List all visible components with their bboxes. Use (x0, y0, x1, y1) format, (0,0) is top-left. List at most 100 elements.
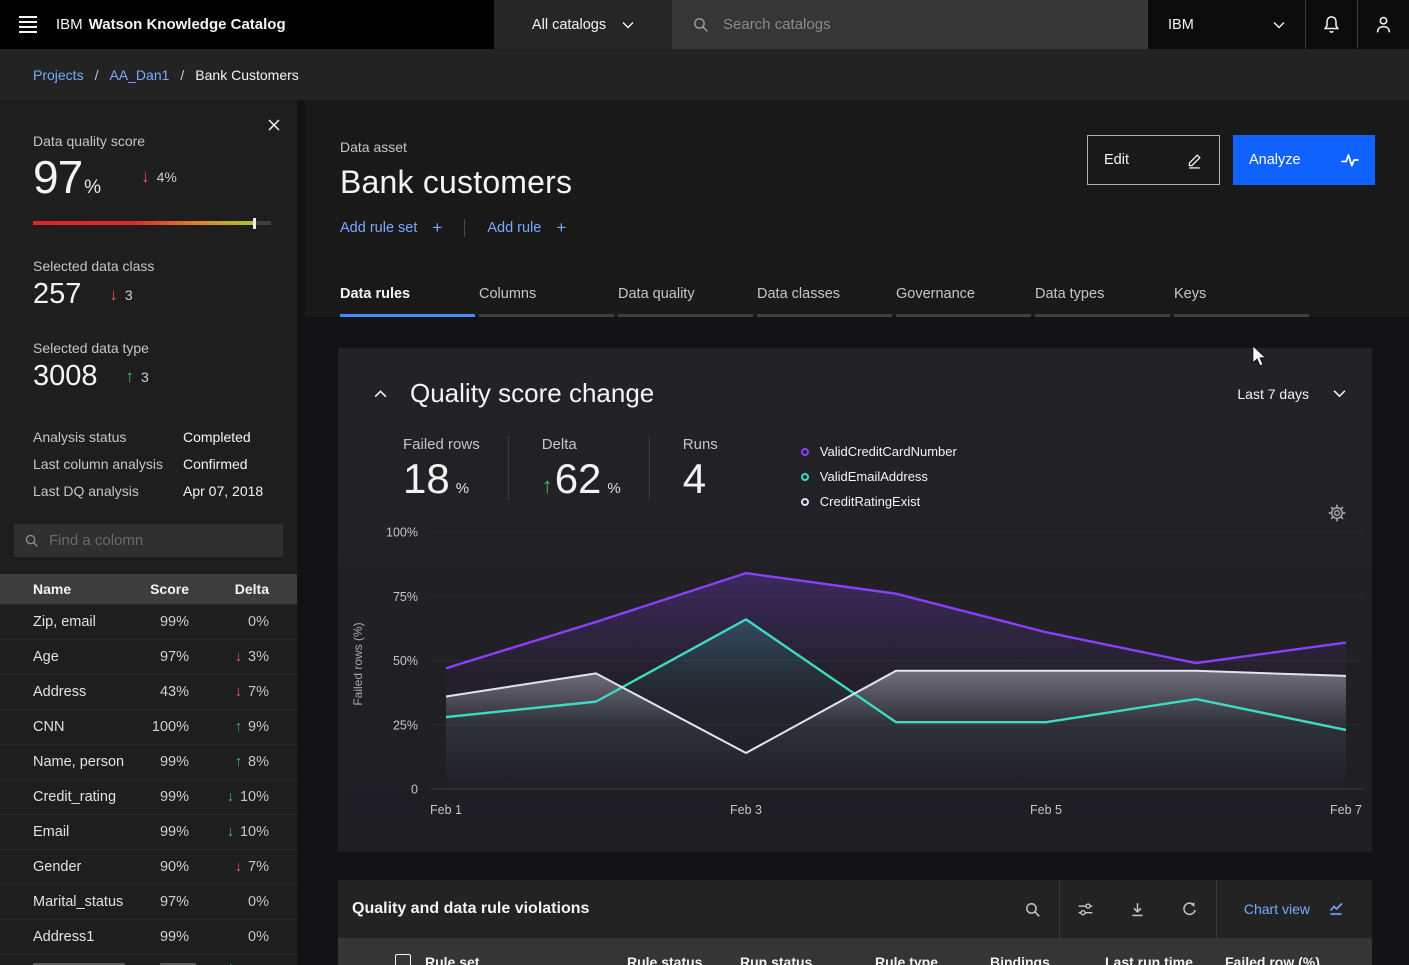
table-search-button[interactable] (1007, 880, 1059, 938)
tab-data-types[interactable]: Data types (1035, 277, 1174, 317)
column-delta: 0% (189, 614, 269, 630)
edit-button[interactable]: Edit (1087, 135, 1220, 185)
column-search (14, 524, 283, 557)
column-name: CNN (33, 719, 125, 735)
rule-violations-card: Quality and data rule violations (338, 880, 1372, 965)
detail-value: Completed (183, 429, 251, 445)
column-row-email[interactable]: Email99%↓10% (0, 814, 297, 849)
x-tick-label: Feb 1 (430, 803, 462, 817)
violations-column-failed-row: Failed row (%) (1225, 954, 1320, 965)
add-rule-set-link[interactable]: Add rule set + (340, 218, 442, 238)
trend-down-arrow-icon: ↓ (227, 824, 234, 840)
tab-keys[interactable]: Keys (1174, 277, 1313, 317)
user-profile-button[interactable] (1357, 0, 1409, 49)
collapse-card-button[interactable] (373, 388, 388, 399)
column-row-age[interactable]: Age97%↓3% (0, 639, 297, 674)
violations-column-run-status: Run status (740, 954, 812, 965)
top-bar-left: IBM Watson Knowledge Catalog (0, 0, 494, 49)
column-name: Gender (33, 859, 125, 875)
column-score: 99% (125, 614, 189, 630)
analysis-details: Analysis statusCompleted Last column anal… (0, 393, 297, 499)
add-rule-link[interactable]: Add rule + (487, 218, 566, 238)
chart-legend: ValidCreditCardNumberValidEmailAddressCr… (801, 436, 957, 514)
tab-label: Columns (479, 277, 618, 302)
violations-toolbar: Chart view (1007, 880, 1372, 938)
find-column-input[interactable] (49, 532, 273, 549)
column-header-score: Score (125, 581, 189, 597)
select-all-checkbox[interactable] (395, 954, 411, 965)
detail-value: Apr 07, 2018 (183, 483, 263, 499)
column-row-address1[interactable]: Address199%0% (0, 919, 297, 954)
app-brand: IBM Watson Knowledge Catalog (56, 16, 286, 33)
detail-label: Analysis status (33, 429, 183, 445)
period-selector[interactable]: Last 7 days (1237, 386, 1346, 402)
x-tick-label: Feb 7 (1330, 803, 1362, 817)
tab-governance[interactable]: Governance (896, 277, 1035, 317)
area-fill-creditratingexist (446, 671, 1346, 789)
data-class-trend: ↓ 3 (109, 285, 132, 305)
account-selector[interactable]: IBM (1147, 0, 1305, 49)
tab-data-rules[interactable]: Data rules (340, 277, 479, 317)
chart-settings-button[interactable] (1328, 504, 1346, 522)
analyze-button[interactable]: Analyze (1233, 135, 1375, 185)
notifications-button[interactable] (1305, 0, 1357, 49)
violations-column-last-run-time: Last run time (1105, 954, 1193, 965)
detail-value: Confirmed (183, 456, 248, 472)
breadcrumb-item-aa-dan1[interactable]: AA_Dan1 (109, 67, 169, 83)
column-name: Email (33, 824, 125, 840)
legend-ring-icon (801, 473, 809, 481)
search-catalogs-input[interactable] (723, 16, 1127, 33)
column-table-header: Name Score Delta (0, 574, 297, 604)
catalog-selector[interactable]: All catalogs (494, 0, 672, 49)
column-row-cnn[interactable]: CNN100%↑9% (0, 709, 297, 744)
column-row-zip-email[interactable]: Zip, email99%0% (0, 604, 297, 639)
y-tick-label: 100% (386, 526, 418, 540)
gauge-gradient-track (33, 221, 255, 225)
tab-columns[interactable]: Columns (479, 277, 618, 317)
chevron-down-icon (622, 21, 634, 29)
trend-down-arrow-icon: ↓ (227, 789, 234, 805)
brand-name: Watson Knowledge Catalog (89, 16, 286, 33)
quality-score-gauge (33, 218, 271, 229)
chart-view-toggle[interactable]: Chart view (1217, 880, 1372, 938)
trend-down-arrow-icon: ↓ (109, 285, 118, 305)
stat-runs: Runs 4 (649, 436, 746, 500)
column-row-credit-rating[interactable]: Credit_rating99%↓10% (0, 779, 297, 814)
column-name: Name, person (33, 754, 125, 770)
column-name: Marital_status (33, 894, 125, 910)
column-score-table: Name Score Delta Zip, email99%0%Age97%↓3… (0, 574, 297, 965)
column-name: Credit_rating (33, 789, 125, 805)
column-row-name-person[interactable]: Name, person99%↑8% (0, 744, 297, 779)
settings-adjust-button[interactable] (1060, 880, 1112, 938)
breadcrumb-separator: / (95, 67, 99, 83)
column-row-address[interactable]: Address43%↓7% (0, 674, 297, 709)
column-score: 100% (125, 719, 189, 735)
legend-item-validemailaddress[interactable]: ValidEmailAddress (801, 464, 957, 489)
trend-down-arrow-icon: ↓ (235, 649, 242, 665)
asset-actions: Edit Analyze (1087, 135, 1375, 185)
x-tick-label: Feb 3 (730, 803, 762, 817)
detail-row-last-column-analysis: Last column analysisConfirmed (33, 456, 264, 472)
breadcrumb-item-projects[interactable]: Projects (33, 67, 84, 83)
quality-score-section: Data quality score 97 % ↓ 4% (0, 100, 297, 229)
column-row-gender[interactable]: Gender90%↓7% (0, 849, 297, 884)
tab-data-classes[interactable]: Data classes (757, 277, 896, 317)
violations-header: Quality and data rule violations (338, 880, 1372, 938)
y-tick-label: 75% (393, 590, 418, 604)
quality-score-label: Data quality score (33, 133, 264, 149)
chevron-down-icon (1273, 21, 1285, 29)
tab-data-quality[interactable]: Data quality (618, 277, 757, 317)
column-row-marital-status[interactable]: Marital_status97%0% (0, 884, 297, 919)
download-button[interactable] (1112, 880, 1164, 938)
sidebar-close-button[interactable] (267, 118, 281, 132)
plus-icon: + (432, 218, 442, 238)
trend-up-arrow-icon: ↑ (235, 719, 242, 735)
hamburger-menu-button[interactable] (0, 0, 56, 49)
refresh-button[interactable] (1164, 880, 1216, 938)
app-root: { "header": { "brand_prefix": "IBM", "br… (0, 0, 1409, 965)
legend-item-creditratingexist[interactable]: CreditRatingExist (801, 489, 957, 514)
violations-table-header: Rule setRule statusRun statusRule typeBi… (338, 938, 1372, 965)
asset-header: Data asset Bank customers Add rule set +… (305, 100, 1409, 277)
main-layout: Data quality score 97 % ↓ 4% Selected da… (0, 100, 1409, 965)
legend-item-validcreditcardnumber[interactable]: ValidCreditCardNumber (801, 439, 957, 464)
